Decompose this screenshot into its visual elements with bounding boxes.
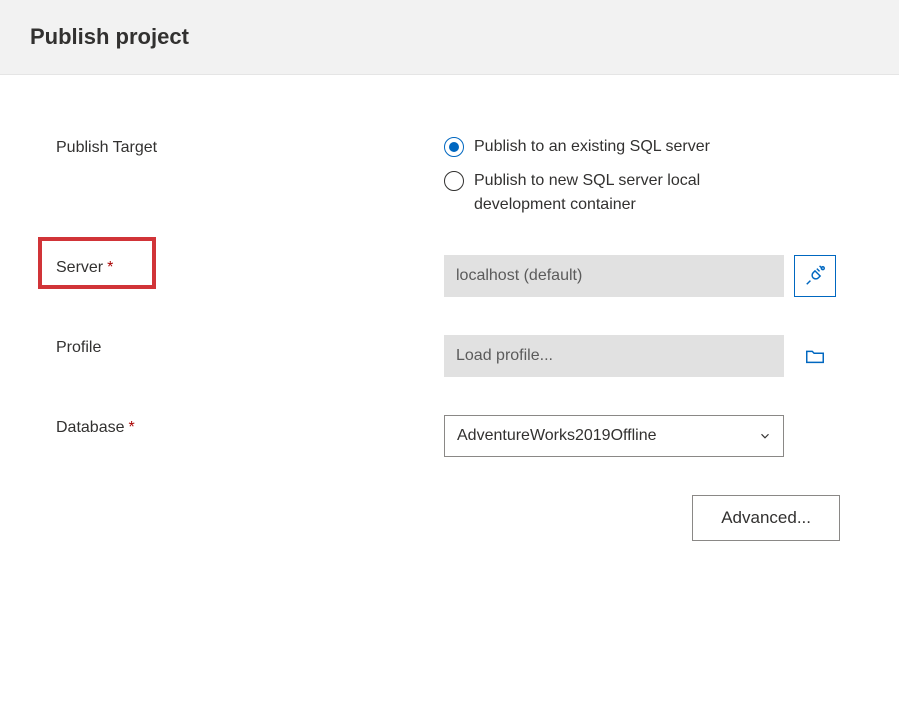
publish-target-row: Publish Target Publish to an existing SQ… bbox=[56, 135, 869, 217]
folder-icon bbox=[804, 345, 826, 367]
radio-new-local-label: Publish to new SQL server local developm… bbox=[474, 169, 774, 217]
dialog-title: Publish project bbox=[30, 24, 869, 50]
server-label-text: Server bbox=[56, 259, 103, 276]
required-asterisk: * bbox=[107, 259, 113, 276]
connect-server-button[interactable] bbox=[794, 255, 836, 297]
required-asterisk: * bbox=[129, 419, 135, 436]
radio-new-local-container[interactable]: Publish to new SQL server local developm… bbox=[444, 169, 774, 217]
advanced-button[interactable]: Advanced... bbox=[692, 495, 840, 541]
server-input[interactable] bbox=[444, 255, 784, 297]
database-row: Database* bbox=[56, 415, 869, 457]
radio-circle-icon bbox=[444, 171, 464, 191]
plug-icon bbox=[804, 265, 826, 287]
radio-existing-server[interactable]: Publish to an existing SQL server bbox=[444, 135, 774, 159]
radio-existing-label: Publish to an existing SQL server bbox=[474, 135, 710, 159]
radio-circle-icon bbox=[444, 137, 464, 157]
profile-row: Profile bbox=[56, 335, 869, 377]
advanced-row: Advanced... bbox=[56, 495, 840, 541]
form-container: Publish Target Publish to an existing SQ… bbox=[0, 75, 899, 571]
dialog-header: Publish project bbox=[0, 0, 899, 75]
server-row: Server* bbox=[56, 255, 869, 297]
browse-profile-button[interactable] bbox=[794, 335, 836, 377]
database-select-wrapper bbox=[444, 415, 784, 457]
server-label: Server* bbox=[56, 255, 444, 277]
publish-target-radio-group: Publish to an existing SQL server Publis… bbox=[444, 135, 774, 217]
profile-input[interactable] bbox=[444, 335, 784, 377]
database-label-text: Database bbox=[56, 419, 125, 436]
profile-label: Profile bbox=[56, 335, 444, 357]
database-select[interactable] bbox=[444, 415, 784, 457]
publish-target-label: Publish Target bbox=[56, 135, 444, 157]
database-label: Database* bbox=[56, 415, 444, 437]
